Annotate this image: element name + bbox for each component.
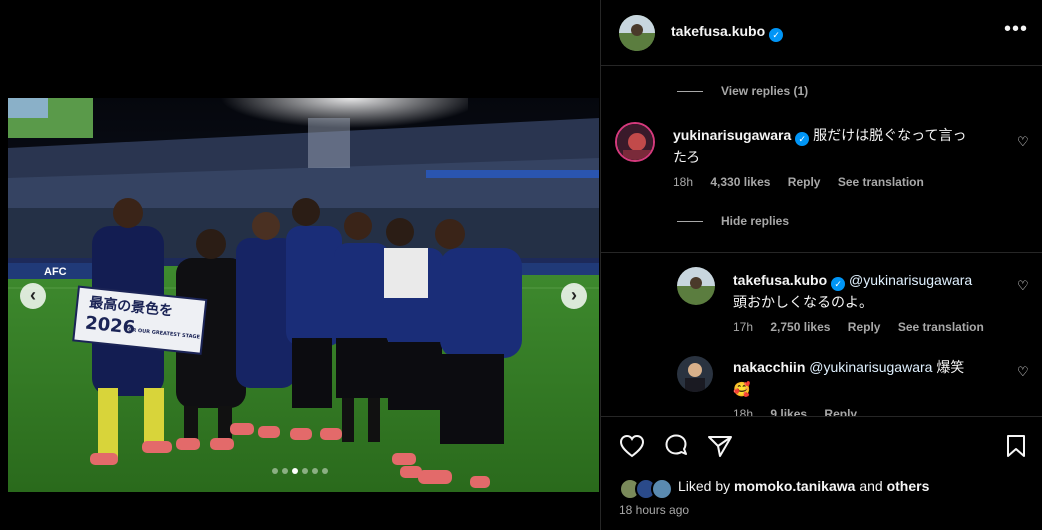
carousel-dot — [292, 468, 298, 474]
post-header: takefusa.kubo ✓ ••• — [601, 0, 1042, 66]
reply-avatar[interactable] — [677, 356, 713, 392]
carousel-dot — [322, 468, 328, 474]
more-options-icon[interactable]: ••• — [1004, 18, 1028, 41]
author-avatar[interactable] — [619, 15, 655, 51]
heart-icon[interactable] — [619, 434, 645, 463]
view-replies-button[interactable]: View replies (1) — [677, 84, 808, 98]
carousel-dot — [302, 468, 308, 474]
divider-line — [677, 91, 703, 93]
mention-link[interactable]: @yukinarisugawara — [809, 359, 932, 375]
reply-likes[interactable]: 9 likes — [770, 407, 807, 416]
comment-body: 服だけは脱ぐなって言っ — [813, 127, 967, 143]
reply-avatar[interactable] — [677, 267, 715, 305]
emoji: 🥰 — [733, 381, 751, 397]
carousel-dot — [312, 468, 318, 474]
view-replies-label[interactable]: View replies (1) — [721, 84, 808, 98]
reply-username[interactable]: takefusa.kubo — [733, 272, 827, 288]
carousel-dot — [282, 468, 288, 474]
heart-icon[interactable]: ♡ — [1017, 134, 1029, 150]
hide-replies-button[interactable]: Hide replies — [677, 214, 789, 228]
carousel-dot — [272, 468, 278, 474]
liker-avatar — [651, 478, 673, 500]
see-translation-button[interactable]: See translation — [898, 320, 984, 334]
mention-link[interactable]: @yukinarisugawara — [849, 272, 972, 288]
reply-meta: 17h 2,750 likes Reply See translation — [733, 320, 998, 334]
comment-body-cont: たろ — [673, 149, 701, 165]
author-username-text[interactable]: takefusa.kubo — [671, 23, 765, 39]
reply-body: 頭おかしくなるのよ。 — [733, 294, 873, 310]
verified-badge-icon: ✓ — [831, 277, 846, 291]
bookmark-icon[interactable] — [1005, 434, 1027, 463]
verified-badge-icon: ✓ — [795, 132, 810, 146]
liked-by-avatars[interactable] — [619, 478, 675, 500]
comment-time: 18h — [673, 175, 694, 189]
author-username[interactable]: takefusa.kubo ✓ — [671, 23, 784, 42]
post-details-panel: takefusa.kubo ✓ ••• View replies (1) yuki… — [600, 0, 1042, 530]
team-photo-image: 最高の景色を 2026 FOR OUR GREATEST STAGE AFC — [8, 98, 599, 492]
comment-username[interactable]: yukinarisugawara — [673, 127, 791, 143]
reply-button[interactable]: Reply — [788, 175, 821, 189]
reply-likes[interactable]: 2,750 likes — [770, 320, 830, 334]
reply-username[interactable]: nakacchiin — [733, 359, 805, 375]
hide-replies-label[interactable]: Hide replies — [721, 214, 789, 228]
reply-body: 爆笑 — [936, 359, 965, 375]
comment-text: yukinarisugawara ✓ 服だけは脱ぐなって言っ たろ — [673, 124, 1003, 168]
ad-board-text: AFC — [44, 266, 67, 278]
liked-by-text: Liked by momoko.tanikawa and others — [678, 478, 929, 494]
post-media-area: 最高の景色を 2026 FOR OUR GREATEST STAGE AFC ‹… — [0, 0, 600, 530]
liked-by-prefix: Liked by — [678, 478, 731, 494]
chevron-right-icon[interactable]: › — [561, 283, 587, 309]
reply-meta: 18h 9 likes Reply — [733, 407, 871, 416]
verified-badge-icon: ✓ — [769, 28, 784, 42]
liked-by-and: and — [859, 478, 883, 494]
comment-icon[interactable] — [663, 434, 689, 463]
comment-likes[interactable]: 4,330 likes — [710, 175, 770, 189]
post-photo[interactable]: 最高の景色を 2026 FOR OUR GREATEST STAGE AFC — [8, 98, 599, 492]
chevron-left-icon[interactable]: ‹ — [20, 283, 46, 309]
liked-by-user[interactable]: momoko.tanikawa — [734, 478, 855, 494]
reply-text: takefusa.kubo ✓ @yukinarisugawara 頭おかしくなる… — [733, 269, 1003, 313]
reply-button[interactable]: Reply — [848, 320, 881, 334]
reply-time: 18h — [733, 407, 754, 416]
liked-by-others[interactable]: others — [887, 478, 930, 494]
reply-text: nakacchiin @yukinarisugawara 爆笑 🥰 — [733, 356, 1003, 400]
heart-icon[interactable]: ♡ — [1017, 278, 1029, 294]
comment-meta: 18h 4,330 likes Reply See translation — [673, 175, 938, 189]
comments-list: View replies (1) yukinarisugawara ✓ 服だけは脱… — [601, 66, 1042, 416]
reply-button[interactable]: Reply — [824, 407, 857, 416]
share-icon[interactable] — [707, 434, 733, 463]
heart-icon[interactable]: ♡ — [1017, 364, 1029, 380]
section-divider — [601, 252, 1042, 253]
reply-time: 17h — [733, 320, 754, 334]
carousel-indicator — [272, 468, 328, 474]
see-translation-button[interactable]: See translation — [838, 175, 924, 189]
commenter-avatar[interactable] — [615, 122, 655, 162]
divider-line — [677, 221, 703, 223]
post-timestamp: 18 hours ago — [619, 503, 690, 517]
